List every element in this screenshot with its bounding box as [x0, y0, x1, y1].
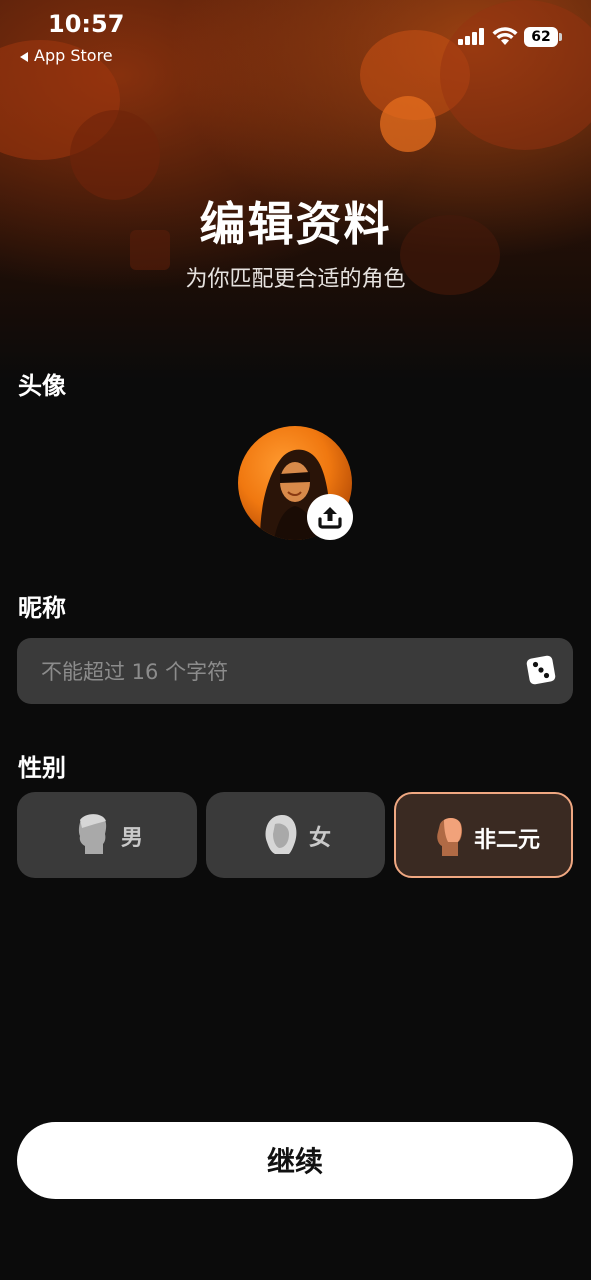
- nickname-label: 昵称: [18, 594, 66, 622]
- nonbinary-head-icon: [437, 818, 463, 856]
- page-subtitle: 为你匹配更合适的角色: [185, 267, 406, 292]
- back-label: App Store: [34, 46, 113, 65]
- hero-decor-blob: [70, 110, 160, 200]
- gender-option-male[interactable]: 男: [17, 792, 197, 878]
- status-time: 10:57: [48, 10, 125, 38]
- gender-option-female[interactable]: 女: [206, 792, 385, 878]
- wifi-icon: [492, 27, 518, 45]
- female-head-icon: [265, 814, 297, 854]
- page-title: 编辑资料: [199, 197, 392, 251]
- cellular-signal-icon: [458, 27, 486, 45]
- nickname-field[interactable]: [17, 638, 573, 706]
- battery-tip: [559, 33, 562, 41]
- gender-option-label: 女: [309, 826, 332, 851]
- battery-indicator: 62: [524, 27, 558, 47]
- gender-option-nonbinary[interactable]: 非二元: [394, 792, 573, 878]
- back-arrow-icon: [20, 51, 28, 62]
- upload-icon: [318, 507, 342, 529]
- hero-decor-blob: [380, 96, 436, 152]
- male-head-icon: [78, 814, 107, 854]
- gender-option-label: 男: [121, 826, 144, 851]
- status-bar: 10:57 App Store 62: [0, 0, 591, 80]
- gender-option-label: 非二元: [474, 828, 541, 853]
- continue-button[interactable]: 继续: [17, 1122, 573, 1199]
- back-to-app-store[interactable]: App Store: [20, 46, 113, 65]
- upload-avatar-button[interactable]: [307, 494, 353, 540]
- gender-label: 性别: [18, 754, 66, 782]
- random-nickname-dice-icon[interactable]: [526, 655, 556, 685]
- avatar-label: 头像: [18, 372, 66, 400]
- nickname-input[interactable]: [39, 638, 513, 706]
